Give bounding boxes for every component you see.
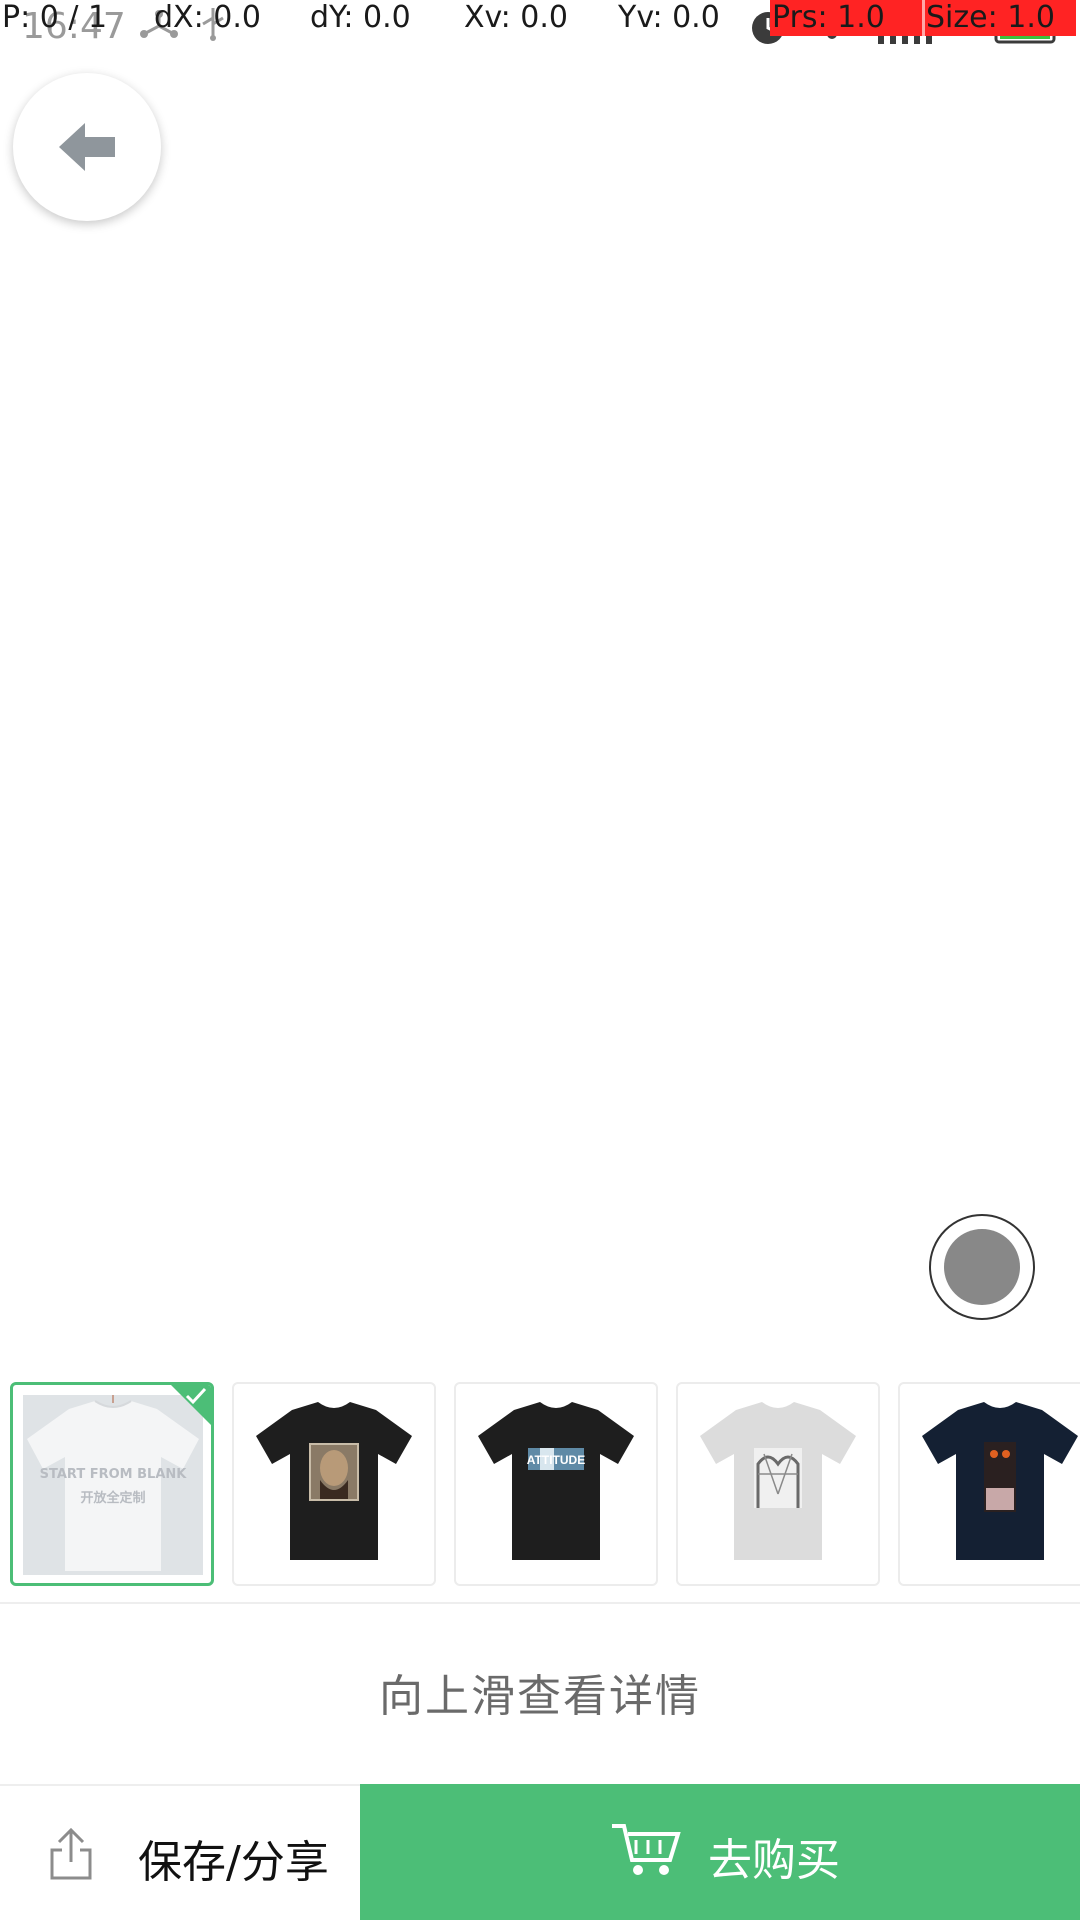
attitude-print-text: ATTITUDE bbox=[527, 1453, 585, 1467]
buy-button[interactable]: 去购买 bbox=[360, 1784, 1080, 1920]
product-card-attitude-tee[interactable]: ATTITUDE bbox=[454, 1382, 658, 1586]
pointer-dx: dX: 0.0 bbox=[154, 0, 261, 35]
blank-card-title: START FROM BLANK bbox=[39, 1467, 187, 1482]
pointer-size: Size: 1.0 bbox=[926, 0, 1055, 35]
bottom-action-bar: 保存/分享 去购买 bbox=[0, 1784, 1080, 1920]
pointer-location-overlay: P: 0 / 1 dX: 0.0 dY: 0.0 Xv: 0.0 Yv: 0.0… bbox=[0, 0, 1080, 36]
pointer-highlight-separator bbox=[922, 0, 925, 36]
product-card-portrait-tee[interactable] bbox=[232, 1382, 436, 1586]
product-card-bridge-tee[interactable] bbox=[676, 1382, 880, 1586]
pointer-pressure: Prs: 1.0 bbox=[772, 0, 885, 35]
pointer-count: P: 0 / 1 bbox=[2, 0, 108, 35]
customizer-screen: 16:47 4G bbox=[0, 0, 1080, 1920]
buy-label: 去购买 bbox=[708, 1835, 840, 1886]
product-card-blank[interactable]: START FROM BLANK 开放全定制 bbox=[10, 1382, 214, 1586]
pointer-xv: Xv: 0.0 bbox=[464, 0, 569, 35]
pointer-dy: dY: 0.0 bbox=[310, 0, 411, 35]
black-attitude-tshirt-image: ATTITUDE bbox=[478, 1402, 634, 1560]
blank-card-subtitle: 开放全定制 bbox=[80, 1491, 146, 1506]
arrow-left-icon bbox=[59, 123, 115, 171]
navy-photo-tshirt-image bbox=[922, 1402, 1078, 1560]
check-icon bbox=[185, 1387, 207, 1405]
save-share-label: 保存/分享 bbox=[138, 1837, 329, 1888]
swipe-up-hint: 向上滑查看详情 bbox=[379, 1671, 701, 1722]
white-bridge-tshirt-image bbox=[700, 1402, 856, 1560]
share-icon bbox=[50, 1827, 92, 1880]
current-color-swatch bbox=[944, 1229, 1020, 1305]
strip-divider bbox=[0, 1602, 1080, 1604]
cart-icon bbox=[612, 1824, 681, 1875]
color-picker-button[interactable] bbox=[929, 1214, 1035, 1320]
save-share-button[interactable]: 保存/分享 bbox=[0, 1784, 360, 1920]
black-portrait-tshirt-image bbox=[256, 1402, 412, 1560]
pointer-yv: Yv: 0.0 bbox=[618, 0, 720, 35]
back-button[interactable] bbox=[13, 73, 161, 221]
product-card-photo-tee[interactable] bbox=[898, 1382, 1080, 1586]
product-template-strip[interactable]: START FROM BLANK 开放全定制 ATTITUDE bbox=[0, 1382, 1080, 1588]
